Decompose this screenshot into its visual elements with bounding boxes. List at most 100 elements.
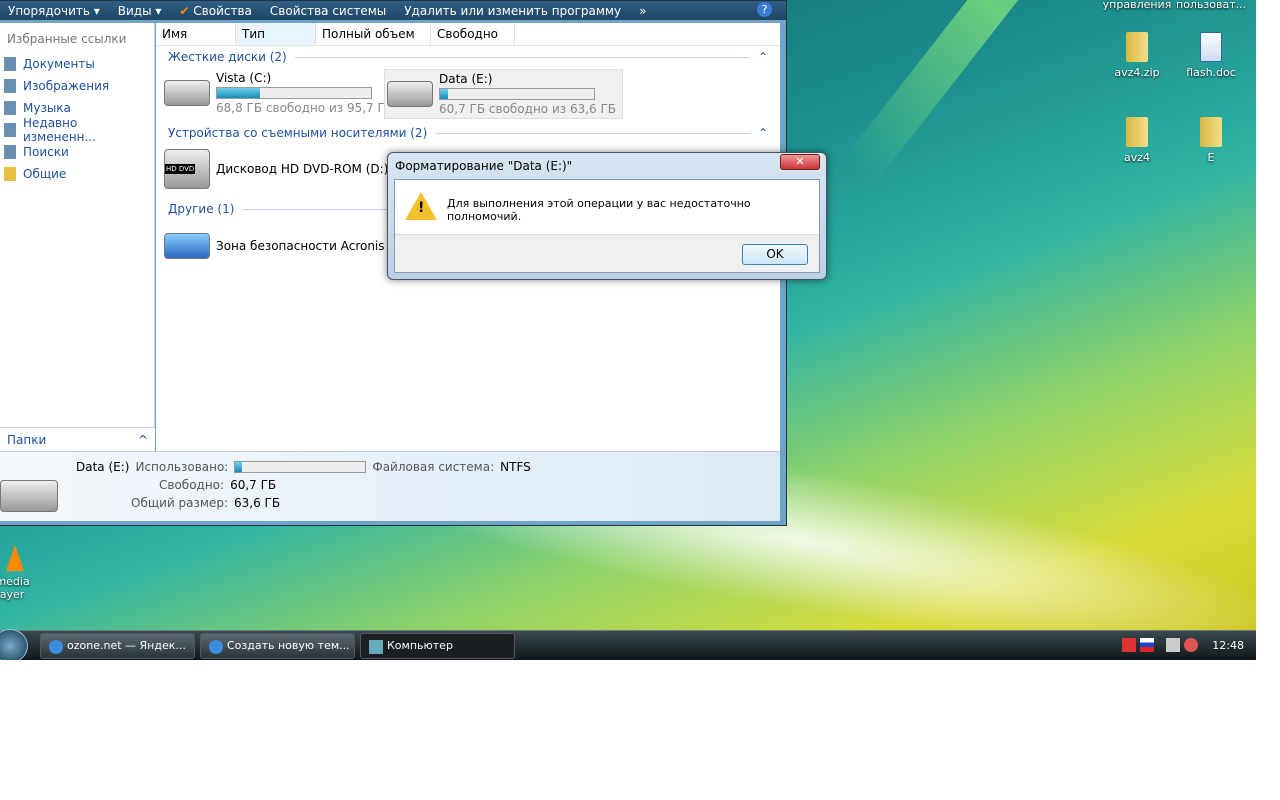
label: Файловая система: [372,460,495,474]
more-button[interactable]: » [639,4,646,18]
label: Зона безопасности Acronis [216,239,385,253]
label: Общий размер: [131,496,229,510]
taskbar-item-computer[interactable]: Компьютер [360,633,515,659]
network-icon[interactable] [1166,638,1180,652]
drive-name: Vista (C:) [216,71,272,85]
uninstall-button[interactable]: Удалить или изменить программу [404,4,621,18]
clock[interactable]: 12:48 [1212,639,1244,652]
sidebar-item-recent[interactable]: Недавно измененн... [0,116,154,144]
label: Создать новую тем... [227,639,350,652]
hd-dvd-badge: HD DVD [165,164,196,174]
sidebar-item-documents[interactable]: Документы [0,53,154,75]
chevron-up-icon: ⌃ [757,50,768,64]
drive-info: 68,8 ГБ свободно из 95,7 ГБ [216,101,394,115]
acronis-drive-icon [164,233,210,259]
antivirus-icon[interactable] [1122,638,1136,652]
sidebar-item-pictures[interactable]: Изображения [0,75,154,97]
icon-label: E [1207,151,1215,164]
usage-bar [439,88,595,100]
dvd-drive-icon: HD DVD [164,149,210,189]
favorites-pane: Избранные ссылки Документы Изображения М… [0,23,155,451]
label: Другие (1) [168,202,235,216]
value: 60,7 ГБ [230,478,277,492]
acronis-zone[interactable]: Зона безопасности Acronis [164,233,385,259]
desktop-icon-avz4zip[interactable]: avz4.zip [1102,32,1172,79]
label: Компьютер [387,639,453,652]
details-pane: Data (E:) Использовано: Файловая система: N… [0,451,780,521]
drive-info: 60,7 ГБ свободно из 63,6 ГБ [439,102,617,116]
zip-folder-icon [1126,32,1148,62]
usage-bar [216,87,372,99]
label: Свойства [193,3,252,18]
label: Использовано: [135,460,229,474]
ie-icon [49,640,63,654]
column-total[interactable]: Полный объем [316,23,431,45]
value: NTFS [500,460,531,474]
value: 63,6 ГБ [234,496,281,510]
desktop-icon-flashdoc[interactable]: flash.doc [1176,32,1246,79]
favorites-header: Избранные ссылки [7,32,127,46]
folder-icon [1126,117,1148,147]
drive-e[interactable]: Data (E:) 60,7 ГБ свободно из 63,6 ГБ [384,69,624,119]
format-error-dialog: Форматирование "Data (E:)" ✕ Для выполне… [387,152,827,280]
desktop-icon-e[interactable]: E [1176,117,1246,164]
label: ozone.net — Яндек... [67,639,186,652]
organize-button[interactable]: Упорядочить ▾ [8,4,100,18]
desktop-icon-vlc[interactable]: C media player [0,545,42,601]
help-icon[interactable]: ? [757,2,772,17]
label: Документы [23,57,95,71]
windows-drive-icon [164,80,210,106]
sidebar-item-public[interactable]: Общие [0,163,154,185]
column-name[interactable]: Имя [156,23,236,45]
word-doc-icon [1200,32,1222,62]
desktop: управления пользоват... avz4.zip flash.d… [0,0,1256,660]
folders-toggle[interactable]: Папки ^ [0,427,155,451]
drive-name: Data (E:) [439,72,493,86]
volume-muted-icon[interactable] [1184,638,1198,652]
taskbar-item-create-topic[interactable]: Создать новую тем... [200,633,355,659]
label: Устройства со съемными носителями (2) [168,126,428,140]
ie-icon [209,640,223,654]
column-free[interactable]: Свободно [431,23,515,45]
group-removable[interactable]: Устройства со съемными носителями (2) ⌃ [168,126,768,140]
recent-icon [4,123,16,137]
close-button[interactable]: ✕ [780,154,820,170]
language-flag-icon[interactable] [1140,638,1154,652]
group-hdd[interactable]: Жесткие диски (2) ⌃ [168,50,768,64]
computer-icon [369,640,383,654]
vlc-cone-icon [6,545,24,571]
warning-icon [405,192,437,220]
drive-icon [387,81,433,107]
usage-bar [234,461,367,473]
taskbar: ozone.net — Яндек... Создать новую тем..… [0,629,1256,660]
folder-icon [1200,117,1222,147]
column-headers: Имя Тип Полный объем Свободно [156,23,780,46]
column-type[interactable]: Тип [236,23,316,45]
sidebar-item-searches[interactable]: Поиски [0,141,154,163]
chevron-up-icon: ^ [137,433,148,447]
system-properties-button[interactable]: Свойства системы [270,4,386,18]
properties-button[interactable]: ✔ Свойства [179,4,252,18]
drive-d[interactable]: HD DVD Дисковод HD DVD-ROM (D:) [164,149,388,189]
wallpaper-ribbon [844,0,1135,183]
label: Свободно: [159,478,225,492]
taskbar-item-ozone[interactable]: ozone.net — Яндек... [40,633,195,659]
icon-label: avz4.zip [1114,66,1160,79]
desktop-label[interactable]: пользоват... [1176,0,1246,11]
system-tray [1122,638,1198,652]
ok-button[interactable]: OK [742,244,808,265]
label: Общие [23,167,67,181]
views-button[interactable]: Виды ▾ [118,4,162,18]
label: Поиски [23,145,69,159]
label: Музыка [23,101,71,115]
drive-c[interactable]: Vista (C:) 68,8 ГБ свободно из 95,7 ГБ [164,71,393,115]
label: Недавно измененн... [22,116,96,144]
desktop-label[interactable]: управления [1102,0,1172,11]
start-button[interactable] [0,629,28,660]
label: Жесткие диски (2) [168,50,287,64]
dialog-title: Форматирование "Data (E:)" [395,159,573,173]
desktop-icon-avz4[interactable]: avz4 [1102,117,1172,164]
toolbar: Упорядочить ▾ Виды ▾ ✔ Свойства Свойства… [0,1,786,20]
searches-icon [4,145,16,159]
pictures-icon [4,79,16,93]
